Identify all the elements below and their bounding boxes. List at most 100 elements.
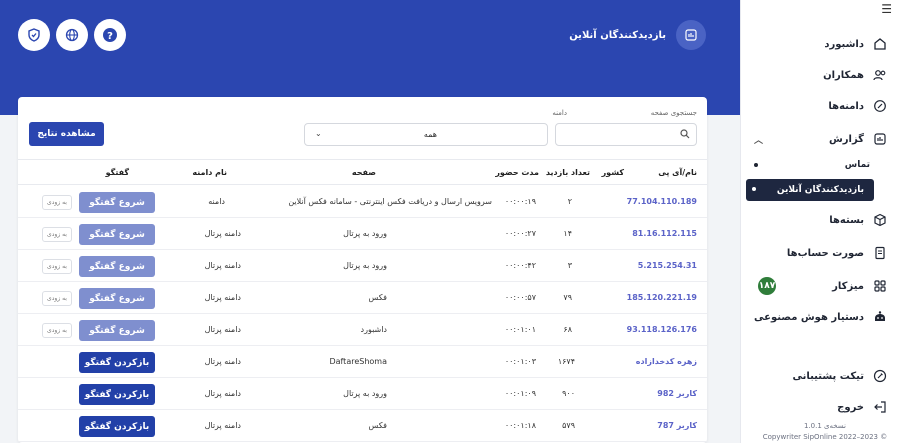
search-icon [680, 129, 690, 142]
page-name: فکس [368, 421, 387, 430]
domain-name: دامنه پرتال [204, 229, 241, 238]
sidebar-item-support-ticket[interactable]: تیکت پشتیبانی [740, 364, 900, 388]
visit-duration: ۰۰:۰۱:۰۹ [504, 389, 536, 398]
sidebar-item-ai-assistant[interactable]: دستیار هوش مصنوعی [740, 305, 900, 329]
start-chat-button[interactable]: شروع گفتگو [79, 224, 155, 245]
sidebar-item-domains[interactable]: دامنه‌ها [740, 94, 900, 118]
coming-soon-tag: به زودی [42, 227, 72, 242]
copyright-text: Copywriter SipOnline 2022–2023 © [762, 433, 888, 441]
visitor-ip[interactable]: 93.118.126.176 [627, 325, 697, 334]
page-name: داشبورد [360, 325, 387, 334]
sidebar-subitem-label: تماس [844, 160, 870, 170]
bullet-icon [752, 187, 756, 191]
chevron-down-icon: ⌄ [315, 129, 322, 138]
ai-icon [872, 309, 888, 325]
header-page: صفحه [351, 168, 376, 177]
domain-name: دامنه پرتال [204, 421, 241, 430]
shield-icon[interactable] [18, 19, 50, 51]
report-icon [872, 131, 888, 147]
search-field[interactable] [555, 123, 697, 146]
domain-name: دامنه [208, 197, 225, 206]
page-name: ورود به پرتال [343, 229, 387, 238]
sidebar-item-label: میزکار [832, 280, 864, 292]
visitor-ip[interactable]: 5.215.254.31 [638, 261, 697, 270]
sidebar-item-label: دامنه‌ها [828, 100, 864, 112]
header-visits: تعداد بازدید [545, 168, 590, 177]
sidebar-item-label: داشبورد [824, 38, 864, 50]
header-domain: نام دامنه [192, 168, 227, 177]
sidebar: ☰ داشبورد همکاران دامنه‌ها گزارش ︿ تماس … [740, 0, 900, 443]
sidebar-item-invoices[interactable]: صورت حساب‌ها [740, 241, 900, 265]
visit-count: ۳ [567, 261, 572, 270]
sidebar-subitem-contact[interactable]: تماس [748, 155, 880, 175]
visit-duration: ۰۰:۰۱:۰۳ [504, 357, 536, 366]
sidebar-item-packages[interactable]: بسته‌ها [740, 208, 900, 232]
coming-soon-tag: به زودی [42, 291, 72, 306]
visitor-ip[interactable]: 81.16.112.115 [632, 229, 697, 238]
domain-name: دامنه پرتال [204, 293, 241, 302]
box-icon [872, 212, 888, 228]
coming-soon-tag: به زودی [42, 323, 72, 338]
sidebar-item-label: دستیار هوش مصنوعی [754, 311, 864, 323]
sidebar-item-colleagues[interactable]: همکاران [740, 63, 900, 87]
visitor-ip[interactable]: 77.104.110.189 [627, 197, 697, 206]
start-chat-button[interactable]: شروع گفتگو [79, 192, 155, 213]
help-icon[interactable]: ? [94, 19, 126, 51]
open-chat-button[interactable]: بازکردن گفتگو [79, 384, 155, 405]
header-duration: مدت حضور [495, 168, 539, 177]
page-title: بازدیدکنندگان آنلاین [569, 29, 666, 41]
sidebar-subitem-label: بازدیدکنندگان آنلاین [776, 185, 864, 195]
domain-name: دامنه پرتال [204, 389, 241, 398]
view-results-button[interactable]: مشاهده نتایج [29, 122, 104, 146]
sidebar-item-logout[interactable]: خروج [740, 395, 900, 419]
users-icon [872, 67, 888, 83]
sidebar-item-workdesk[interactable]: میزکار ۱۸۷ [740, 274, 900, 298]
domain-label: دامنه [552, 109, 567, 117]
page-name: ورود به پرتال [343, 389, 387, 398]
table-row: 77.104.110.189 ۲ ۰۰:۰۰:۱۹ سرویس ارسال و دری… [18, 186, 707, 218]
visitor-ip[interactable]: 185.120.221.19 [627, 293, 697, 302]
start-chat-button[interactable]: شروع گفتگو [79, 256, 155, 277]
visit-count: ۶۸ [563, 325, 572, 334]
visit-count: ۷۹ [563, 293, 572, 302]
chevron-up-icon[interactable]: ︿ [754, 133, 763, 146]
visitors-card: جستجوی صفحه دامنه همه ⌄ مشاهده نتایج نام… [18, 97, 707, 443]
sidebar-item-label: خروج [837, 401, 864, 413]
visit-duration: ۰۰:۰۰:۵۷ [504, 293, 536, 302]
start-chat-button[interactable]: شروع گفتگو [79, 288, 155, 309]
sidebar-item-report[interactable]: گزارش ︿ [740, 127, 900, 151]
sidebar-item-label: بسته‌ها [829, 214, 864, 226]
sidebar-item-label: صورت حساب‌ها [786, 247, 864, 259]
ticket-icon [872, 368, 888, 384]
page-name: سرویس ارسال و دریافت فکس اینترنتی - ساما… [288, 197, 492, 206]
header-chat: گفتگو [105, 168, 129, 177]
table-row: 185.120.221.19 ۷۹ ۰۰:۰۰:۵۷ فکس دامنه پرتال شر… [18, 282, 707, 314]
domain-select[interactable]: همه ⌄ [304, 123, 548, 146]
version-text: نسخه‌ی 1.0.1 [804, 422, 846, 430]
search-input[interactable] [560, 127, 670, 142]
start-chat-button[interactable]: شروع گفتگو [79, 320, 155, 341]
domain-select-value: همه [423, 130, 437, 139]
visitor-ip[interactable]: کاربر 982 [657, 389, 697, 398]
visit-duration: ۰۰:۰۰:۲۷ [504, 229, 536, 238]
sidebar-item-label: گزارش [828, 133, 864, 145]
bullet-icon [754, 163, 758, 167]
domain-name: دامنه پرتال [204, 261, 241, 270]
table-row: 81.16.112.115 ۱۴ ۰۰:۰۰:۲۷ ورود به پرتال دامن… [18, 218, 707, 250]
coming-soon-tag: به زودی [42, 259, 72, 274]
report-icon [676, 20, 706, 50]
sidebar-item-label: تیکت پشتیبانی [792, 370, 864, 382]
open-chat-button[interactable]: بازکردن گفتگو [79, 416, 155, 437]
home-icon [872, 36, 888, 52]
sidebar-subitem-online-visitors[interactable]: بازدیدکنندگان آنلاین [746, 179, 874, 201]
visit-duration: ۰۰:۰۱:۱۸ [504, 421, 536, 430]
table-row: کاربر 787 ۵۷۹ ۰۰:۰۱:۱۸ فکس دامنه پرتال بازکرد… [18, 410, 707, 442]
visitor-ip[interactable]: زهره کدخدازاده [636, 357, 697, 366]
open-chat-button[interactable]: بازکردن گفتگو [79, 352, 155, 373]
invoice-icon [872, 245, 888, 261]
globe-icon[interactable] [56, 19, 88, 51]
visitor-ip[interactable]: کاربر 787 [657, 421, 697, 430]
sidebar-item-dashboard[interactable]: داشبورد [740, 32, 900, 56]
count-badge: ۱۸۷ [758, 277, 776, 295]
hamburger-menu-icon[interactable]: ☰ [881, 2, 892, 16]
